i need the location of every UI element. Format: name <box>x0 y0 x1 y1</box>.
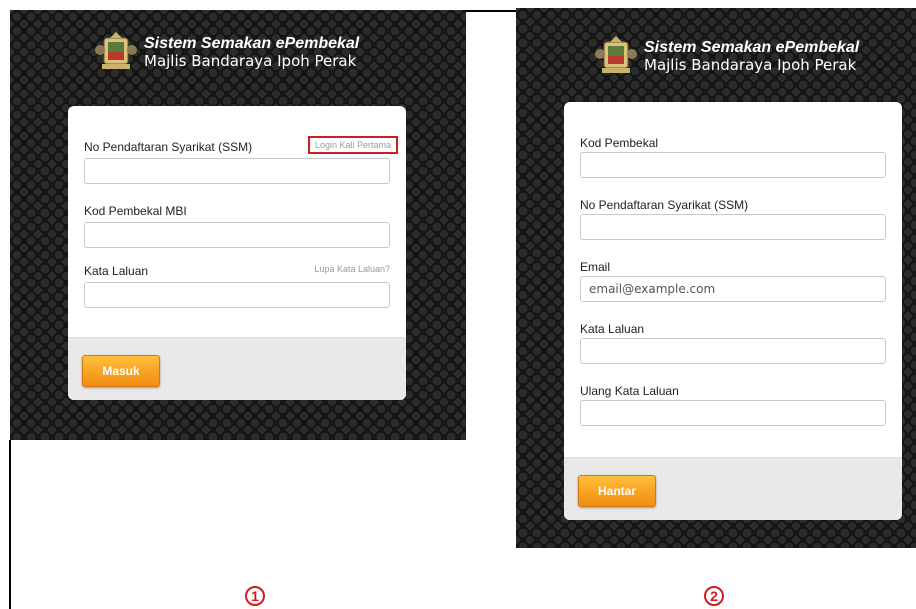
app-subtitle: Majlis Bandaraya Ipoh Perak <box>144 51 357 70</box>
email-input[interactable]: email@example.com <box>580 276 886 302</box>
email-label: Email <box>580 260 611 274</box>
supplier-code-input[interactable] <box>84 222 390 248</box>
ssm-label: No Pendaftaran Syarikat (SSM) <box>580 198 749 212</box>
app-header: Sistem Semakan ePembekal Majlis Bandaray… <box>94 32 359 72</box>
supplier-code-input[interactable] <box>580 152 886 178</box>
confirm-password-input[interactable] <box>580 400 886 426</box>
password-field-group: Kata Laluan <box>580 322 886 368</box>
supplier-code-field-group: Kod Pembekal MBI <box>84 204 390 250</box>
app-subtitle: Majlis Bandaraya Ipoh Perak <box>644 55 857 74</box>
register-card: Kod Pembekal No Pendaftaran Syarikat (SS… <box>564 102 902 520</box>
first-login-link[interactable]: Login Kali Pertama <box>307 136 398 154</box>
step-marker-1: 1 <box>245 586 265 606</box>
supplier-code-label: Kod Pembekal <box>580 136 659 150</box>
ssm-input[interactable] <box>84 158 390 184</box>
ssm-field-group: No Pendaftaran Syarikat (SSM) <box>580 198 886 244</box>
submit-button[interactable]: Hantar <box>578 475 656 507</box>
email-field-group: Email email@example.com <box>580 260 886 306</box>
supplier-code-field-group: Kod Pembekal <box>580 136 886 182</box>
supplier-code-label: Kod Pembekal MBI <box>84 204 187 218</box>
password-input[interactable] <box>580 338 886 364</box>
ssm-input[interactable] <box>580 214 886 240</box>
step-marker-2: 2 <box>704 586 724 606</box>
login-card-footer: Masuk <box>68 337 406 400</box>
ssm-field-group: No Pendaftaran Syarikat (SSM) Login Kali… <box>84 136 398 186</box>
password-label: Kata Laluan <box>580 322 645 336</box>
crest-icon <box>95 32 137 69</box>
confirm-password-label: Ulang Kata Laluan <box>580 384 679 398</box>
register-screen: Sistem Semakan ePembekal Majlis Bandaray… <box>516 8 916 548</box>
forgot-password-link[interactable]: Lupa Kata Laluan? <box>314 264 390 274</box>
password-field-group: Kata Laluan Lupa Kata Laluan? <box>84 264 390 310</box>
confirm-password-field-group: Ulang Kata Laluan <box>580 384 886 430</box>
app-header-2: Sistem Semakan ePembekal Majlis Bandaray… <box>594 36 859 76</box>
app-title: Sistem Semakan ePembekal <box>644 38 860 56</box>
app-title: Sistem Semakan ePembekal <box>144 34 360 52</box>
divider-line-left <box>9 440 11 609</box>
register-card-footer: Hantar <box>564 457 902 520</box>
login-button[interactable]: Masuk <box>82 355 160 387</box>
crest-icon <box>595 36 637 73</box>
divider-line-top <box>466 10 516 12</box>
login-card: No Pendaftaran Syarikat (SSM) Login Kali… <box>68 106 406 400</box>
login-screen: Sistem Semakan ePembekal Majlis Bandaray… <box>10 10 466 440</box>
password-input[interactable] <box>84 282 390 308</box>
